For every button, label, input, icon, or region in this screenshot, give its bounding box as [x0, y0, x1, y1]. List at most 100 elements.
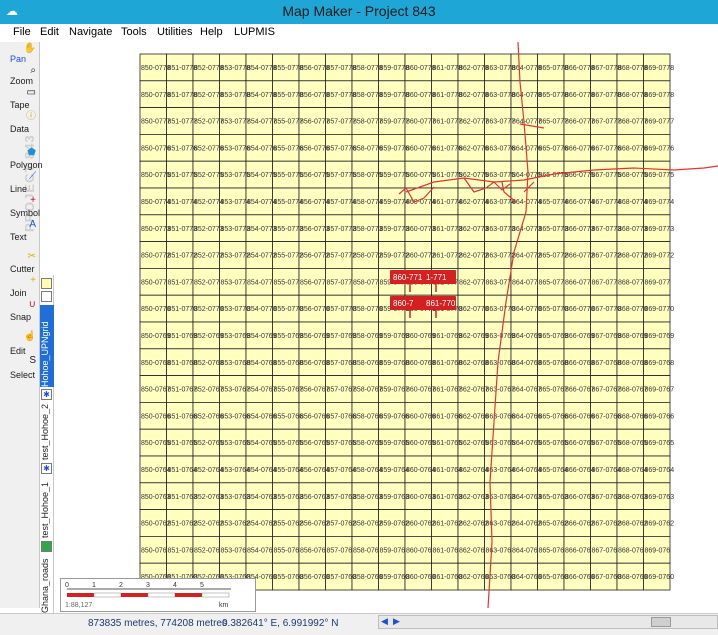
scroll-right-icon[interactable]: ▶	[393, 616, 400, 627]
menu-lupmis[interactable]: LUPMIS	[234, 26, 275, 38]
menu-navigate[interactable]: Navigate	[69, 26, 112, 38]
layer-test-hohoe-2[interactable]: test_Hohoe_2	[40, 402, 54, 460]
grid-cell-label: 861-0763	[433, 494, 463, 501]
grid-cell-label: 862-0778	[459, 92, 489, 99]
tool-tape[interactable]: ▭ Tape	[2, 88, 38, 111]
grid-cell-label: 854-0762	[247, 521, 277, 528]
grid-cell-label: 859-0776	[380, 145, 410, 152]
grid-cell-label: 850-0767	[141, 387, 171, 394]
grid-cell-label: 869-0770	[645, 306, 675, 313]
map-svg[interactable]: 850-0778851-0778852-0778853-0778854-0778…	[54, 41, 718, 609]
grid-cell-label: 858-0760	[353, 574, 383, 581]
grid-cell-label: 863-0770	[486, 306, 516, 313]
tool-label: Zoom	[10, 76, 34, 86]
grid-cell-label: 860-0773	[406, 226, 436, 233]
grid-cell-label: 860-0774	[406, 199, 436, 206]
layer-point-icon[interactable]: ✱	[41, 389, 52, 400]
grid-cell-label: 857-0778	[327, 92, 357, 99]
tool-pan[interactable]: ✋ Pan	[2, 44, 38, 65]
menu-help[interactable]: Help	[200, 26, 223, 38]
grid-cell-label: 868-0777	[618, 119, 648, 126]
polygon-icon: ⬟	[27, 147, 36, 158]
grid-cell-label: 865-0776	[539, 145, 569, 152]
grid-cell-label: 857-0764	[327, 467, 357, 474]
tool-join[interactable]: + Join	[2, 276, 38, 299]
grid-cell-label: 857-0766	[327, 413, 357, 420]
grid-cell-label: 859-0765	[380, 440, 410, 447]
menu-file[interactable]: File	[13, 26, 31, 38]
grid-cell-label: 851-0775	[168, 172, 198, 179]
tool-label: Data	[10, 124, 30, 134]
scale-segment	[175, 593, 202, 597]
tool-line[interactable]: ⟋ Line	[2, 171, 38, 195]
map-canvas[interactable]: 850-0778 851-0778 852-0778 853-0778 854-0778…	[54, 41, 718, 609]
grid-cell-label: 864-0778	[512, 65, 542, 72]
grid-cell-label: 855-0764	[274, 467, 304, 474]
grid-cell-label: 864-0770	[512, 306, 542, 313]
grid-cell-label: 856-0772	[300, 253, 330, 260]
grid-cell-label: 869-0768	[645, 360, 675, 367]
layer-test-hohoe-1[interactable]: test_Hohoe_1	[40, 476, 54, 538]
grid-cell-label: 867-0777	[592, 119, 622, 126]
menu-tools[interactable]: Tools	[121, 26, 147, 38]
grid-cell-label: 856-0764	[300, 467, 330, 474]
grid-cell-label: 867-0776	[592, 145, 622, 152]
grid-cell-label: 868-0766	[618, 413, 648, 420]
grid-cell-label: 857-077	[327, 279, 353, 286]
layer-roads-icon[interactable]	[41, 541, 52, 552]
grid-cell-label: 861-0778	[433, 65, 463, 72]
scroll-left-icon[interactable]: ◀	[381, 616, 388, 627]
scroll-thumb[interactable]	[651, 617, 671, 627]
line-icon: ⟋	[29, 171, 36, 182]
grid-cell-label: 853-0775	[221, 172, 251, 179]
grid-cell-label: 854-0777	[247, 119, 277, 126]
scale-segment	[121, 593, 148, 597]
grid-cell-label: 859-0774	[380, 199, 410, 206]
grid-cell-label: 853-0765	[221, 440, 251, 447]
grid-cell-label: 850-0772	[141, 253, 171, 260]
tool-text[interactable]: A Text	[2, 220, 38, 243]
menu-edit[interactable]: Edit	[40, 26, 59, 38]
grid-cell-label: 857-0767	[327, 387, 357, 394]
tool-polygon[interactable]: ⬟ Polygon	[2, 147, 43, 171]
menu-utilities[interactable]: Utilities	[157, 26, 192, 38]
grid-cell-label: 864-0769	[512, 333, 542, 340]
grid-cell-label: 851-0763	[168, 494, 198, 501]
symbol-cross-icon: +	[30, 195, 36, 206]
grid-cell-label: 852-0777	[194, 119, 224, 126]
tool-data[interactable]: ⓘ Data	[2, 112, 38, 135]
layer-hohoe-upngrid[interactable]: Hohoe_UPNgrid	[40, 305, 54, 387]
grid-cell-label: 859-0767	[380, 387, 410, 394]
grid-cell-label: 858-0772	[353, 253, 383, 260]
grid-cell-label: 865-0778	[539, 65, 569, 72]
grid-cell-label: 866-0766	[565, 413, 595, 420]
tool-cutter[interactable]: ✂ Cutter	[2, 252, 38, 275]
layer-visibility-icon[interactable]	[41, 291, 52, 302]
grid-cell-label: 852-0766	[194, 413, 224, 420]
grid-cell-label: 861-0762	[433, 521, 463, 528]
grid-cell-label: 867-0772	[592, 253, 622, 260]
grid-cell-label: 858-0767	[353, 387, 383, 394]
grid-cell-label: 869-0760	[645, 574, 675, 581]
grid-cell-label: 857-0762	[327, 521, 357, 528]
grid-cell-label: 856-0766	[300, 413, 330, 420]
layer-point-icon[interactable]: ✱	[41, 463, 52, 474]
layer-ghana-roads[interactable]: Ghana_roads	[40, 555, 54, 613]
menu-bar: File Edit Navigate Tools Utilities Help …	[0, 24, 718, 42]
tool-symbol[interactable]: + Symbol	[2, 195, 40, 219]
tool-zoom[interactable]: ⌕ Zoom	[2, 66, 38, 87]
grid-cell-label: 860-0778	[406, 65, 436, 72]
grid-cell-label: 857-0774	[327, 199, 357, 206]
grid-cell-label: 858-0777	[353, 119, 383, 126]
grid-cell-label: 856-077	[300, 279, 326, 286]
grid-cell-label: 858-0776	[353, 145, 383, 152]
tool-snap[interactable]: ∪ Snap	[2, 300, 38, 323]
layer-visibility-icon[interactable]	[41, 278, 52, 289]
grid-cell-label: 866-076	[565, 547, 591, 554]
tool-edit[interactable]: ☝ Edit	[2, 332, 38, 357]
grid-cell-label: 851-0774	[168, 199, 198, 206]
grid-cell-label: 853-0773	[221, 226, 251, 233]
grid-cell-label: 856-0778	[300, 92, 330, 99]
tool-select[interactable]: S Select	[2, 356, 38, 381]
horizontal-scrollbar[interactable]: ◀ ▶	[378, 615, 718, 629]
